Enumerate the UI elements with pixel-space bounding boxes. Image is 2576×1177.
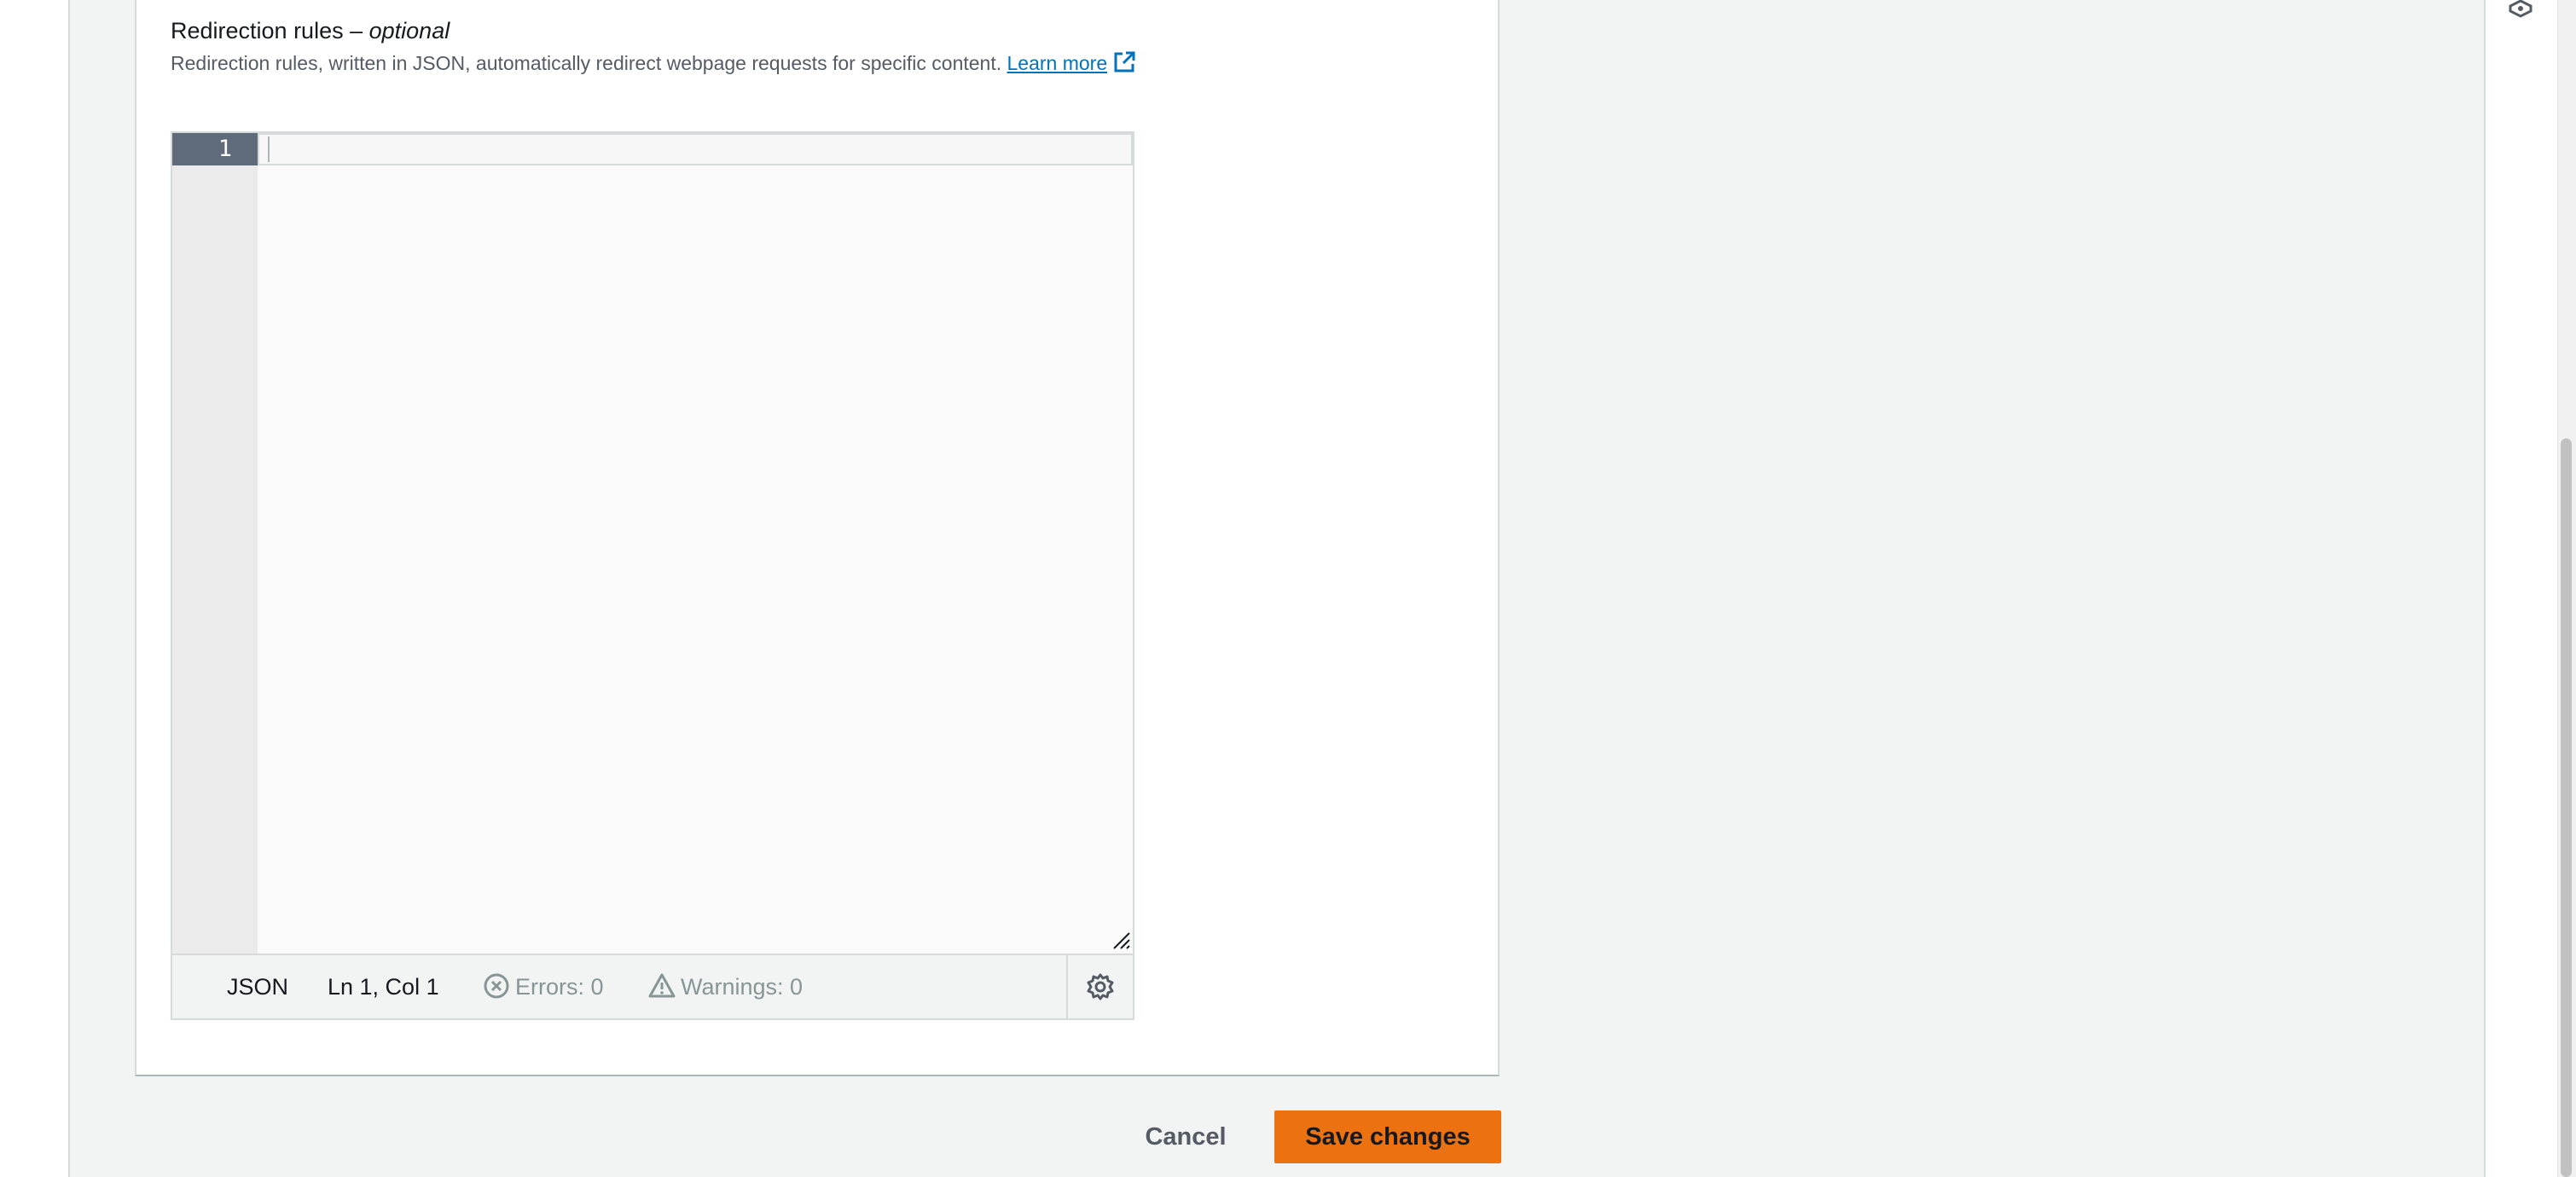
redirection-rules-label: Redirection rules – optional [171,15,450,46]
errors-count: Errors: 0 [515,974,604,1000]
editor-status-bar: JSON Ln 1, Col 1 Errors: 0 Warnings: 0 [172,954,1133,1018]
resize-handle-icon[interactable] [1111,930,1131,950]
json-code-editor[interactable]: 1 JSON Ln 1, Col 1 Errors: 0 Warnings: 0 [171,131,1134,1020]
warnings-count: Warnings: 0 [681,974,804,1000]
text-cursor [268,136,270,162]
learn-more-link[interactable]: Learn more [1007,51,1137,74]
redirection-rules-description: Redirection rules, written in JSON, auto… [171,49,1136,81]
left-gutter [0,0,70,1177]
help-icon[interactable] [2508,0,2533,24]
line-number: 1 [172,133,258,165]
errors-indicator[interactable]: Errors: 0 [483,972,604,1001]
warnings-indicator[interactable]: Warnings: 0 [648,972,803,1001]
error-circle-icon [484,973,509,999]
right-tools-panel [2484,0,2559,1177]
save-changes-button[interactable]: Save changes [1274,1110,1501,1163]
editor-active-line[interactable] [258,133,1133,165]
cancel-button[interactable]: Cancel [1126,1110,1245,1163]
editor-settings-button[interactable] [1068,955,1133,1018]
external-link-icon[interactable] [1112,50,1136,81]
language-indicator: JSON [227,974,289,1000]
line-number-gutter [172,133,258,954]
page-scrollbar-thumb[interactable] [2561,438,2572,1177]
cursor-position: Ln 1, Col 1 [328,974,439,1000]
description-text: Redirection rules, written in JSON, auto… [171,52,1007,74]
label-optional: optional [368,18,450,43]
warning-triangle-icon [648,973,676,998]
learn-more-text[interactable]: Learn more [1007,52,1108,74]
gear-icon[interactable] [1086,972,1115,1001]
label-text: Redirection rules – [171,18,369,43]
